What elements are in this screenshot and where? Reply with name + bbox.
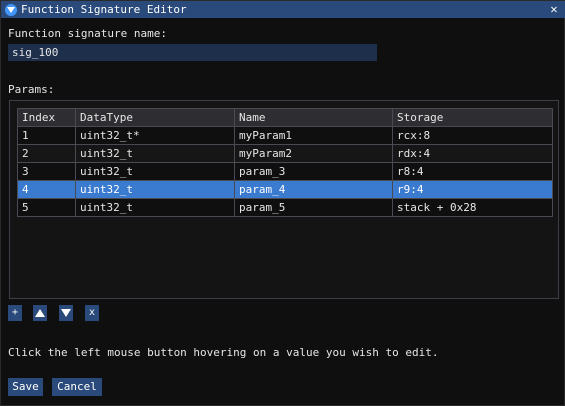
param-index-cell: 4 — [17, 180, 76, 199]
column-header-datatype[interactable]: DataType — [75, 108, 235, 127]
param-datatype-cell[interactable]: uint32_t — [75, 144, 235, 163]
param-index-cell: 2 — [17, 144, 76, 163]
save-button[interactable]: Save — [8, 378, 43, 396]
param-row[interactable]: 1 uint32_t* myParam1 rcx:8 — [17, 126, 553, 145]
param-index-cell: 5 — [17, 198, 76, 217]
signature-name-label: Function signature name: — [8, 27, 167, 40]
param-index-cell: 1 — [17, 126, 76, 145]
param-datatype-cell[interactable]: uint32_t — [75, 198, 235, 217]
signature-name-input[interactable] — [8, 44, 377, 61]
params-panel[interactable]: Index DataType Name Storage 1 uint32_t* … — [9, 100, 559, 299]
param-storage-cell[interactable]: r8:4 — [392, 162, 553, 181]
triangle-up-icon — [35, 309, 45, 317]
params-label: Params: — [8, 83, 55, 96]
param-name-cell[interactable]: param_3 — [234, 162, 393, 181]
param-name-cell[interactable]: param_4 — [234, 180, 393, 199]
add-param-button[interactable]: + — [8, 305, 22, 321]
column-header-storage[interactable]: Storage — [392, 108, 553, 127]
collapse-triangle-icon[interactable] — [5, 4, 17, 16]
param-row-selected[interactable]: 4 uint32_t param_4 r9:4 — [17, 180, 553, 199]
param-name-cell[interactable]: param_5 — [234, 198, 393, 217]
param-storage-cell[interactable]: stack + 0x28 — [392, 198, 553, 217]
param-row[interactable]: 2 uint32_t myParam2 rdx:4 — [17, 144, 553, 163]
param-storage-cell[interactable]: rcx:8 — [392, 126, 553, 145]
column-header-name[interactable]: Name — [234, 108, 393, 127]
param-row[interactable]: 3 uint32_t param_3 r8:4 — [17, 162, 553, 181]
params-header-row: Index DataType Name Storage — [17, 108, 553, 127]
triangle-down-icon — [61, 309, 71, 317]
param-datatype-cell[interactable]: uint32_t — [75, 180, 235, 199]
param-datatype-cell[interactable]: uint32_t — [75, 162, 235, 181]
param-name-cell[interactable]: myParam2 — [234, 144, 393, 163]
close-button[interactable]: ✕ — [547, 2, 561, 16]
cancel-button[interactable]: Cancel — [52, 378, 102, 396]
param-storage-cell[interactable]: rdx:4 — [392, 144, 553, 163]
window-title: Function Signature Editor — [21, 3, 187, 16]
move-down-button[interactable] — [59, 305, 73, 321]
param-row[interactable]: 5 uint32_t param_5 stack + 0x28 — [17, 198, 553, 217]
param-index-cell: 3 — [17, 162, 76, 181]
param-storage-cell[interactable]: r9:4 — [392, 180, 553, 199]
params-table: Index DataType Name Storage 1 uint32_t* … — [17, 108, 553, 217]
remove-param-button[interactable]: x — [85, 305, 99, 321]
function-signature-editor-window: Function Signature Editor ✕ Function sig… — [0, 0, 565, 406]
move-up-button[interactable] — [33, 305, 47, 321]
help-text: Click the left mouse button hovering on … — [8, 346, 439, 359]
param-name-cell[interactable]: myParam1 — [234, 126, 393, 145]
title-bar[interactable]: Function Signature Editor ✕ — [1, 1, 565, 18]
param-datatype-cell[interactable]: uint32_t* — [75, 126, 235, 145]
column-header-index[interactable]: Index — [17, 108, 76, 127]
